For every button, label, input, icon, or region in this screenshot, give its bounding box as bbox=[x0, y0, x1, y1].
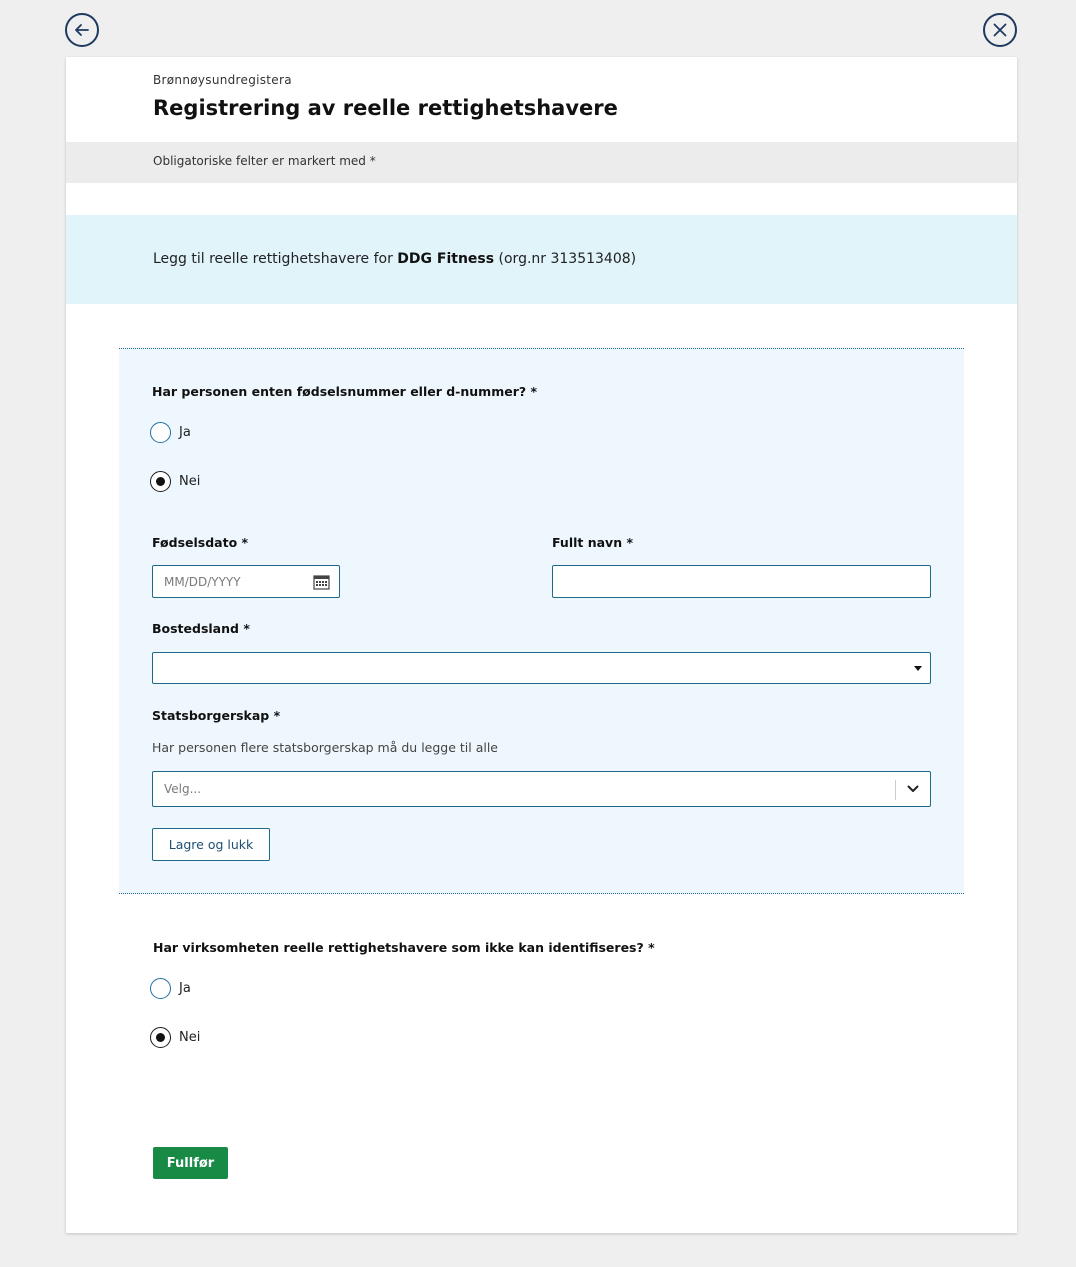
page-header: Brønnøysundregistera Registrering av ree… bbox=[66, 57, 1017, 142]
radio-label: Nei bbox=[179, 474, 201, 489]
unidentified-radio-ja[interactable]: Ja bbox=[150, 978, 191, 999]
birth-date-placeholder: MM/DD/YYYY bbox=[164, 574, 241, 589]
radio-label: Ja bbox=[179, 425, 191, 440]
id-radio-nei[interactable]: Nei bbox=[150, 471, 200, 492]
citizenship-label: Statsborgerskap * bbox=[152, 708, 281, 723]
info-banner: Legg til reelle rettighetshavere for DDG… bbox=[66, 215, 1017, 304]
caret-down-icon bbox=[914, 666, 922, 671]
calendar-icon[interactable] bbox=[313, 574, 330, 590]
birth-date-input[interactable]: MM/DD/YYYY bbox=[152, 565, 340, 598]
radio-circle[interactable] bbox=[150, 978, 171, 999]
residence-select[interactable] bbox=[152, 652, 931, 684]
unidentified-question: Har virksomheten reelle rettighetshavere… bbox=[153, 940, 655, 955]
info-suffix: (org.nr 313513408) bbox=[494, 251, 637, 267]
unidentified-radio-nei[interactable]: Nei bbox=[150, 1027, 200, 1048]
radio-circle[interactable] bbox=[150, 422, 171, 443]
birth-date-label: Fødselsdato * bbox=[152, 535, 249, 550]
info-company: DDG Fitness bbox=[397, 251, 495, 267]
id-question: Har personen enten fødselsnummer eller d… bbox=[152, 384, 538, 399]
back-button[interactable] bbox=[65, 13, 99, 47]
radio-dot bbox=[156, 477, 165, 486]
arrow-left-icon bbox=[75, 24, 89, 36]
full-name-label: Fullt navn * bbox=[552, 535, 633, 550]
close-button[interactable] bbox=[983, 13, 1017, 47]
info-prefix: Legg til reelle rettighetshavere for bbox=[153, 251, 398, 267]
page-title: Registrering av reelle rettighetshavere bbox=[153, 96, 618, 120]
required-note-bar: Obligatoriske felter er markert med * bbox=[66, 142, 1017, 183]
id-radio-ja[interactable]: Ja bbox=[150, 422, 191, 443]
save-and-close-button[interactable]: Lagre og lukk bbox=[152, 828, 270, 861]
radio-circle[interactable] bbox=[150, 1027, 171, 1048]
org-name: Brønnøysundregistera bbox=[153, 73, 292, 87]
citizenship-placeholder: Velg... bbox=[164, 782, 202, 796]
citizenship-multiselect[interactable]: Velg... bbox=[152, 771, 931, 807]
radio-circle[interactable] bbox=[150, 471, 171, 492]
person-form: Har personen enten fødselsnummer eller d… bbox=[119, 348, 964, 894]
select-divider bbox=[895, 780, 896, 800]
full-name-input[interactable] bbox=[552, 565, 931, 598]
residence-label: Bostedsland * bbox=[152, 621, 250, 636]
radio-label: Nei bbox=[179, 1030, 201, 1045]
radio-label: Ja bbox=[179, 981, 191, 996]
required-note: Obligatoriske felter er markert med * bbox=[153, 154, 376, 168]
submit-button[interactable]: Fullfør bbox=[153, 1147, 228, 1179]
radio-dot bbox=[156, 1033, 165, 1042]
citizenship-help: Har personen flere statsborgerskap må du… bbox=[152, 740, 499, 755]
chevron-down-icon[interactable] bbox=[907, 785, 919, 793]
main-panel: Brønnøysundregistera Registrering av ree… bbox=[66, 57, 1017, 1233]
close-icon bbox=[993, 23, 1007, 37]
